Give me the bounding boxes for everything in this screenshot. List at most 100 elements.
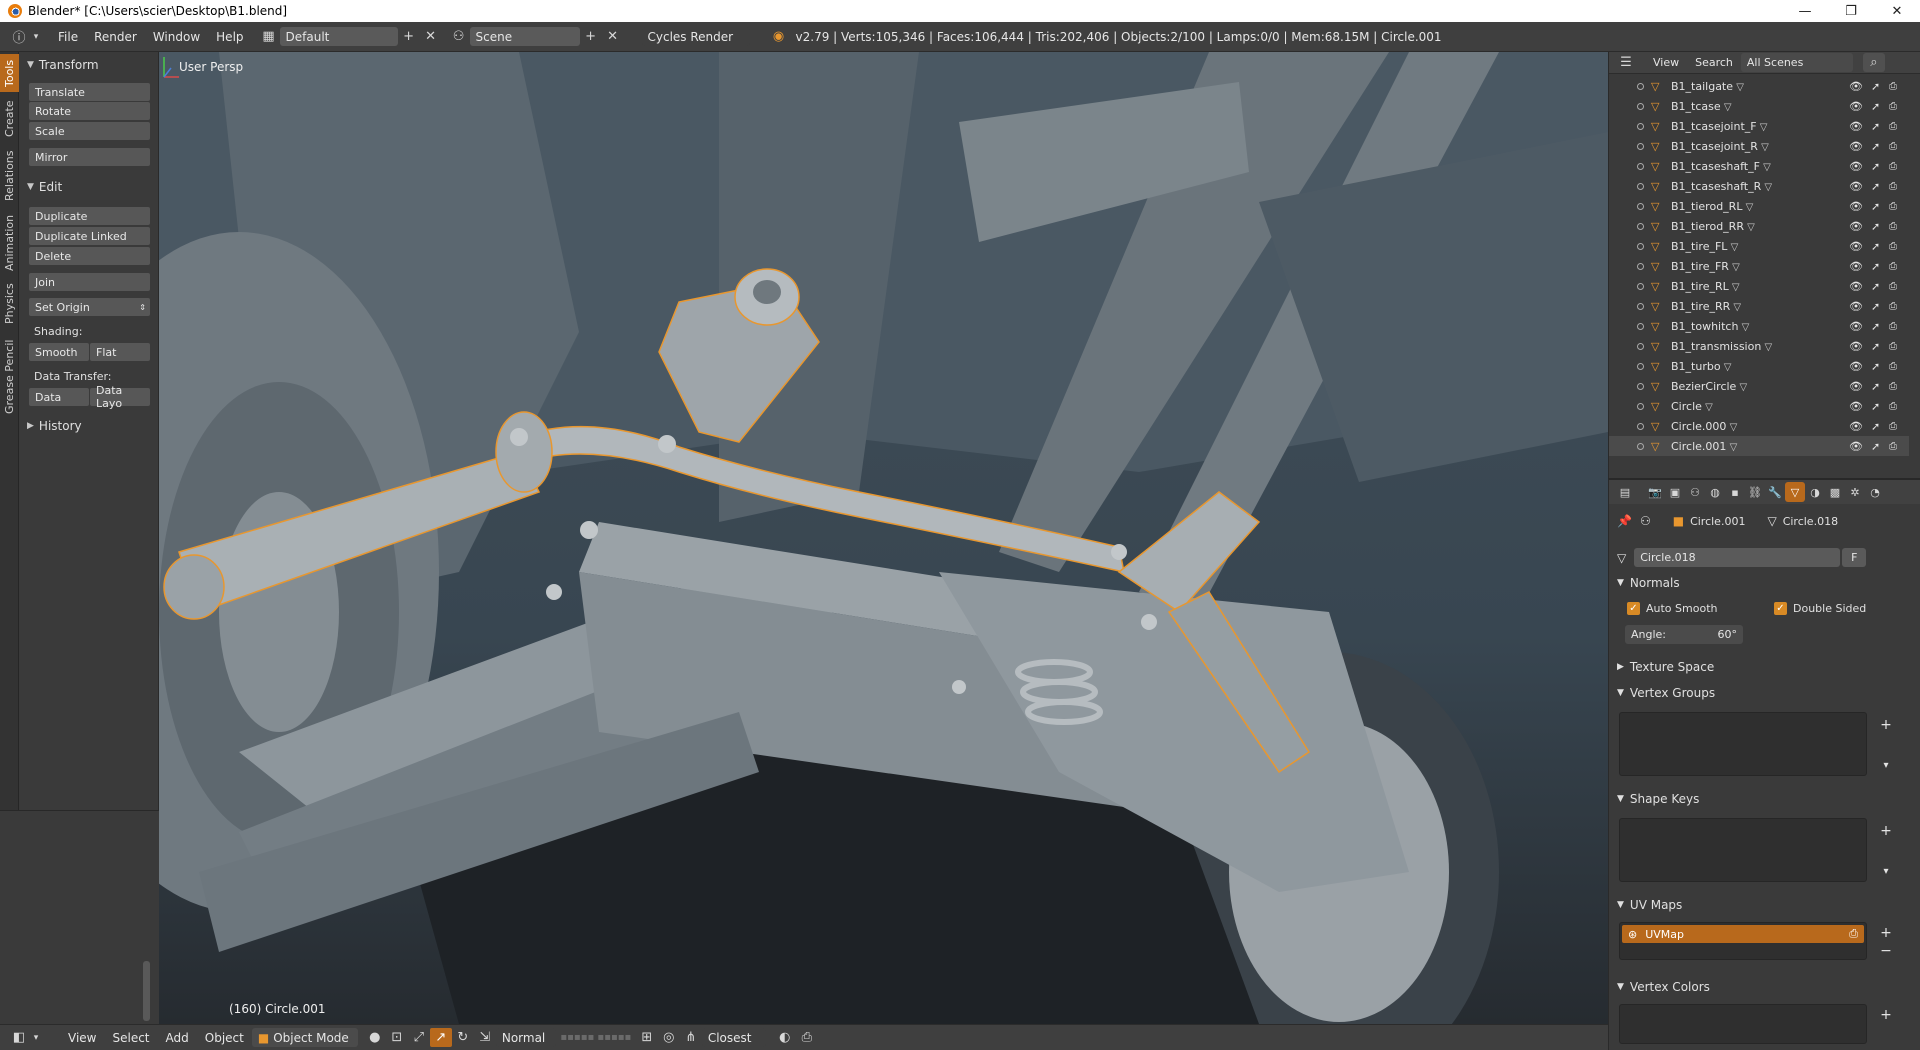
scene-field[interactable]: Scene — [469, 27, 580, 46]
lock-camera-icon[interactable]: ⊞ — [636, 1028, 658, 1047]
select-arrow-icon[interactable]: ➚ — [1871, 280, 1880, 293]
viewport-shading-icon[interactable]: ● — [364, 1028, 386, 1047]
tab-tools[interactable]: Tools — [0, 54, 19, 92]
visibility-eye-icon[interactable]: 👁 — [1849, 260, 1863, 273]
scale-manipulator-icon[interactable]: ⇲ — [474, 1028, 496, 1047]
visibility-eye-icon[interactable]: 👁 — [1849, 80, 1863, 93]
snap-toggle-icon[interactable]: ⋔ — [680, 1028, 702, 1047]
outliner-item[interactable]: ▽ B1_tcasejoint_F ▽ 👁 ➚ ⎙ — [1609, 116, 1909, 136]
restrict-dot-icon[interactable] — [1637, 402, 1644, 410]
texture-tab-icon[interactable]: ▩ — [1825, 482, 1845, 502]
outliner-item[interactable]: ▽ B1_tailgate ▽ 👁 ➚ ⎙ — [1609, 76, 1909, 96]
render-camera-icon[interactable]: ⎙ — [1889, 121, 1897, 132]
select-arrow-icon[interactable]: ➚ — [1871, 420, 1880, 433]
rotate-button[interactable]: Rotate — [29, 102, 150, 120]
tab-physics[interactable]: Physics — [0, 280, 19, 328]
outliner-item[interactable]: ▽ B1_transmission ▽ 👁 ➚ ⎙ — [1609, 336, 1909, 356]
select-arrow-icon[interactable]: ➚ — [1871, 100, 1880, 113]
visibility-eye-icon[interactable]: 👁 — [1849, 180, 1863, 193]
outliner-item[interactable]: ▽ Circle.000 ▽ 👁 ➚ ⎙ — [1609, 416, 1909, 436]
render-camera-icon[interactable]: ⎙ — [1889, 241, 1897, 252]
world-tab-icon[interactable]: ◍ — [1705, 482, 1725, 502]
select-arrow-icon[interactable]: ➚ — [1871, 200, 1880, 213]
restrict-dot-icon[interactable] — [1637, 162, 1644, 170]
restrict-dot-icon[interactable] — [1637, 102, 1644, 110]
select-arrow-icon[interactable]: ➚ — [1871, 440, 1880, 453]
visibility-eye-icon[interactable]: 👁 — [1849, 140, 1863, 153]
add-shape-key-button[interactable]: + — [1877, 822, 1895, 840]
pin-icon[interactable]: 📌 — [1617, 514, 1632, 528]
visibility-eye-icon[interactable]: 👁 — [1849, 200, 1863, 213]
render-camera-icon[interactable]: ⎙ — [1889, 141, 1897, 152]
render-camera-icon[interactable]: ⎙ — [1889, 101, 1897, 112]
select-arrow-icon[interactable]: ➚ — [1871, 80, 1880, 93]
chevron-down-icon[interactable]: ▾ — [30, 1028, 42, 1047]
mesh-name-field[interactable]: Circle.018 — [1634, 548, 1841, 567]
restrict-dot-icon[interactable] — [1637, 282, 1644, 290]
visibility-eye-icon[interactable]: 👁 — [1849, 320, 1863, 333]
pivot-point-icon[interactable]: ⊡ — [386, 1028, 408, 1047]
render-camera-icon[interactable]: ⎙ — [1889, 421, 1897, 432]
visibility-eye-icon[interactable]: 👁 — [1849, 380, 1863, 393]
select-arrow-icon[interactable]: ➚ — [1871, 220, 1880, 233]
remove-uv-map-button[interactable]: − — [1877, 942, 1895, 960]
shape-keys-panel-header[interactable]: ▼ Shape Keys — [1617, 792, 1907, 806]
restrict-dot-icon[interactable] — [1637, 422, 1644, 430]
visibility-eye-icon[interactable]: 👁 — [1849, 100, 1863, 113]
render-camera-icon[interactable]: ⎙ — [1889, 341, 1897, 352]
manipulator-toggle-icon[interactable]: ⤢ — [408, 1028, 430, 1047]
render-engine-select[interactable]: Cycles Render — [641, 27, 750, 46]
vertex-groups-list[interactable] — [1619, 712, 1867, 776]
outliner-display-select[interactable]: All Scenes — [1740, 53, 1853, 72]
remove-layout-icon[interactable]: ✕ — [420, 27, 442, 46]
restrict-dot-icon[interactable] — [1637, 82, 1644, 90]
menu-file[interactable]: File — [50, 27, 86, 47]
tab-animation[interactable]: Animation — [0, 210, 19, 276]
outliner-item[interactable]: ▽ B1_tcaseshaft_R ▽ 👁 ➚ ⎙ — [1609, 176, 1909, 196]
maximize-button[interactable]: ❐ — [1828, 0, 1874, 22]
close-button[interactable]: ✕ — [1874, 0, 1920, 22]
restrict-dot-icon[interactable] — [1637, 262, 1644, 270]
tab-grease-pencil[interactable]: Grease Pencil — [0, 332, 19, 422]
render-camera-icon[interactable]: ⎙ — [1889, 321, 1897, 332]
outliner-editor-icon[interactable]: ☰ — [1615, 53, 1637, 72]
visibility-eye-icon[interactable]: 👁 — [1849, 420, 1863, 433]
menu-object[interactable]: Object — [197, 1028, 252, 1048]
layers-grid-icon[interactable]: ▪▪▪▪▪ ▪▪▪▪▪ — [556, 1028, 636, 1047]
render-camera-icon[interactable]: ⎙ — [1889, 381, 1897, 392]
render-camera-icon[interactable]: ⎙ — [1889, 441, 1897, 452]
shape-keys-list[interactable] — [1619, 818, 1867, 882]
data-transfer-button[interactable]: Data — [29, 388, 89, 406]
vertex-colors-panel-header[interactable]: ▼ Vertex Colors — [1617, 980, 1907, 994]
outliner-item[interactable]: ▽ B1_tcase ▽ 👁 ➚ ⎙ — [1609, 96, 1909, 116]
render-camera-icon[interactable]: ⎙ — [1889, 281, 1897, 292]
flat-button[interactable]: Flat — [90, 343, 150, 361]
minimize-button[interactable]: — — [1782, 0, 1828, 22]
info-editor-icon[interactable]: ⓘ — [8, 27, 30, 46]
add-scene-icon[interactable]: + — [580, 27, 602, 46]
transform-panel-header[interactable]: ▼ Transform — [19, 54, 99, 76]
mesh-datablock-icon[interactable]: ▽ — [1617, 551, 1626, 565]
restrict-dot-icon[interactable] — [1637, 122, 1644, 130]
select-arrow-icon[interactable]: ➚ — [1871, 160, 1880, 173]
scale-button[interactable]: Scale — [29, 122, 150, 140]
render-camera-icon[interactable]: ⎙ — [1889, 361, 1897, 372]
outliner-item[interactable]: ▽ Circle.001 ▽ 👁 ➚ ⎙ — [1609, 436, 1909, 456]
restrict-dot-icon[interactable] — [1637, 142, 1644, 150]
restrict-dot-icon[interactable] — [1637, 202, 1644, 210]
render-layers-tab-icon[interactable]: ▣ — [1665, 482, 1685, 502]
add-vertex-group-button[interactable]: + — [1877, 716, 1895, 734]
delete-button[interactable]: Delete — [29, 247, 150, 265]
restrict-dot-icon[interactable] — [1637, 382, 1644, 390]
rotate-manipulator-icon[interactable]: ↻ — [452, 1028, 474, 1047]
physics-tab-icon[interactable]: ◔ — [1865, 482, 1885, 502]
outliner-item[interactable]: ▽ B1_tcaseshaft_F ▽ 👁 ➚ ⎙ — [1609, 156, 1909, 176]
select-arrow-icon[interactable]: ➚ — [1871, 140, 1880, 153]
outliner-item[interactable]: ▽ B1_tire_RR ▽ 👁 ➚ ⎙ — [1609, 296, 1909, 316]
restrict-dot-icon[interactable] — [1637, 242, 1644, 250]
outliner-item[interactable]: ▽ B1_tierod_RR ▽ 👁 ➚ ⎙ — [1609, 216, 1909, 236]
angle-field[interactable]: Angle: 60° — [1625, 625, 1915, 644]
menu-window[interactable]: Window — [145, 27, 208, 47]
select-arrow-icon[interactable]: ➚ — [1871, 240, 1880, 253]
tab-create[interactable]: Create — [0, 96, 19, 142]
